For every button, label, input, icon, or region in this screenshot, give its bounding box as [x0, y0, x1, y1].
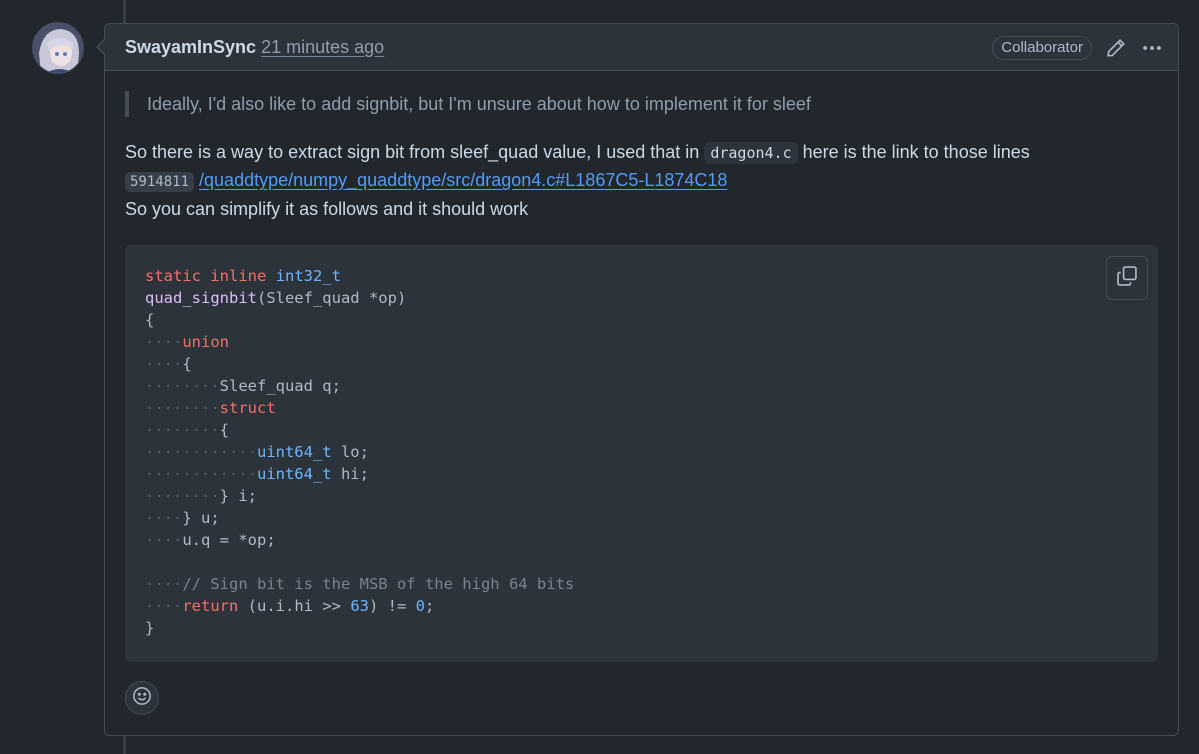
- avatar[interactable]: [32, 22, 84, 74]
- comment-box: SwayamInSync 21 minutes ago Collaborator…: [96, 23, 1179, 736]
- code-block: static inline int32_t quad_signbit(Sleef…: [125, 245, 1158, 662]
- inline-code-filename: dragon4.c: [704, 142, 798, 164]
- header-actions: Collaborator: [992, 24, 1164, 71]
- author-name[interactable]: SwayamInSync: [125, 37, 256, 58]
- permalink[interactable]: /quaddtype/numpy_quaddtype/src/dragon4.c…: [199, 170, 727, 190]
- code-content: static inline int32_t quad_signbit(Sleef…: [145, 267, 575, 637]
- smiley-icon: [132, 686, 152, 711]
- comment-body: Ideally, I'd also like to add signbit, b…: [105, 71, 1178, 662]
- pencil-icon[interactable]: [1104, 36, 1128, 60]
- copy-icon: [1116, 265, 1138, 292]
- timestamp-link[interactable]: 21 minutes ago: [261, 37, 384, 58]
- comment-header: SwayamInSync 21 minutes ago Collaborator: [105, 24, 1178, 71]
- kebab-horizontal-icon[interactable]: [1140, 36, 1164, 60]
- copy-button[interactable]: [1106, 256, 1148, 300]
- quoted-reply: Ideally, I'd also like to add signbit, b…: [125, 91, 1158, 117]
- collaborator-badge: Collaborator: [992, 35, 1092, 60]
- comment-paragraph-2: So you can simplify it as follows and it…: [125, 199, 529, 219]
- add-reaction-button[interactable]: [125, 681, 159, 715]
- commit-sha[interactable]: 5914811: [125, 172, 195, 192]
- comment-paragraph-1: So there is a way to extract sign bit fr…: [125, 142, 1030, 219]
